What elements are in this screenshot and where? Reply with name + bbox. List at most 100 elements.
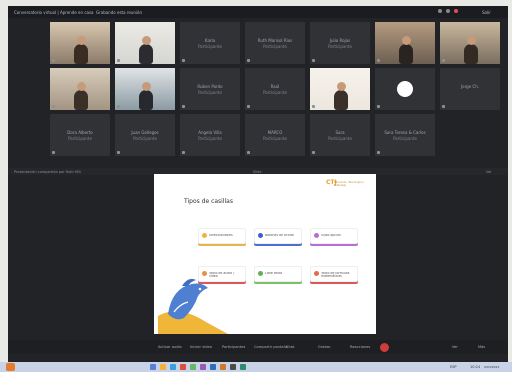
taskbar-time[interactable]: 10:24 bbox=[470, 365, 480, 369]
participant-name-tile[interactable]: Jorge Ch. bbox=[440, 68, 500, 110]
box-dot-icon bbox=[314, 233, 319, 238]
participant-body bbox=[464, 44, 478, 64]
muted-mic-icon bbox=[442, 105, 445, 108]
toolbar-item[interactable]: Compartir pantalla bbox=[254, 345, 288, 349]
toolbar-item[interactable]: Reacciones bbox=[350, 345, 370, 349]
toolbar-right-item[interactable]: Más bbox=[478, 345, 485, 349]
participant-video-tile[interactable] bbox=[115, 68, 175, 110]
taskbar-app-icon[interactable] bbox=[170, 364, 176, 370]
participant-body bbox=[139, 44, 153, 64]
toolbar-item[interactable]: Participantes bbox=[222, 345, 245, 349]
box-dot-icon bbox=[202, 233, 207, 238]
taskbar-app-icon[interactable] bbox=[190, 364, 196, 370]
muted-mic-icon bbox=[182, 105, 185, 108]
taskbar-app-icon[interactable] bbox=[210, 364, 216, 370]
slide-box: Texto de fórmulas matemáticas bbox=[310, 266, 358, 282]
participant-video-tile[interactable] bbox=[375, 22, 435, 64]
participant-video-tile[interactable] bbox=[115, 22, 175, 64]
muted-mic-icon bbox=[52, 151, 55, 154]
start-icon[interactable] bbox=[6, 363, 15, 371]
muted-mic-icon bbox=[117, 59, 120, 62]
toolbar-item[interactable]: Iniciar vídeo bbox=[190, 345, 212, 349]
muted-mic-icon bbox=[117, 105, 120, 108]
participant-role: Participante bbox=[263, 44, 287, 49]
participant-logo-tile[interactable] bbox=[375, 68, 435, 110]
participant-video-tile[interactable] bbox=[50, 68, 110, 110]
participant-name: Juan Gallegos bbox=[131, 130, 159, 135]
box-dot-icon bbox=[258, 271, 263, 276]
view-options-button[interactable]: Ver bbox=[486, 170, 492, 174]
box-label: Seleccionables bbox=[209, 233, 233, 237]
participant-video-tile[interactable] bbox=[310, 68, 370, 110]
taskbar-app-icon[interactable] bbox=[150, 364, 156, 370]
toolbar-item[interactable]: Activar audio bbox=[158, 345, 182, 349]
participant-name: Ruth Marisol Ríos bbox=[257, 38, 293, 43]
participant-head bbox=[76, 36, 86, 45]
taskbar-app-icon[interactable] bbox=[240, 364, 246, 370]
participant-name: Sara Teresa & Carlos bbox=[384, 130, 426, 135]
participant-name: Karla bbox=[204, 38, 216, 43]
toolbar-item[interactable]: Chat bbox=[286, 345, 294, 349]
participant-name: Ruben Pardo bbox=[197, 84, 223, 89]
participant-role: Participante bbox=[263, 136, 287, 141]
participant-head bbox=[401, 36, 411, 45]
participant-role: Participante bbox=[328, 44, 352, 49]
participant-body bbox=[334, 90, 348, 110]
participant-role: Participante bbox=[198, 90, 222, 95]
participant-name: Sara bbox=[335, 130, 345, 135]
muted-mic-icon bbox=[377, 151, 380, 154]
taskbar-date[interactable]: 9/03/2021 bbox=[484, 365, 499, 369]
muted-mic-icon bbox=[312, 59, 315, 62]
dolphin-mascot-icon bbox=[158, 278, 228, 334]
participant-name-tile[interactable]: Raúl Participante bbox=[245, 68, 305, 110]
participant-name-tile[interactable]: Ruben Pardo Participante bbox=[180, 68, 240, 110]
participant-name-tile[interactable]: Dora Alberto Participante bbox=[50, 114, 110, 156]
participant-name-tile[interactable]: Angela Villa Participante bbox=[180, 114, 240, 156]
participant-name-tile[interactable]: MARCO Participante bbox=[245, 114, 305, 156]
box-dot-icon bbox=[258, 233, 263, 238]
end-call-button[interactable] bbox=[380, 343, 389, 352]
recording-indicator: Grabando esta reunión bbox=[96, 10, 142, 15]
participant-head bbox=[141, 36, 151, 45]
participant-body bbox=[399, 44, 413, 64]
zoom-window: Conversatorio virtual | Aprende en casa … bbox=[8, 6, 508, 362]
participant-body bbox=[74, 44, 88, 64]
participant-name: Raúl bbox=[270, 84, 280, 89]
muted-mic-icon bbox=[247, 105, 250, 108]
taskbar-app-icon[interactable] bbox=[200, 364, 206, 370]
taskbar-app-icon[interactable] bbox=[230, 364, 236, 370]
participant-name: Jorge Ch. bbox=[460, 84, 480, 89]
participant-head bbox=[466, 36, 476, 45]
participant-name-tile[interactable]: Juan Gallegos Participante bbox=[115, 114, 175, 156]
box-label: Botones de acción bbox=[265, 233, 295, 237]
toolbar-item[interactable]: Grabar bbox=[318, 345, 330, 349]
window-title: Conversatorio virtual | Aprende en casa bbox=[14, 10, 94, 15]
exit-label[interactable]: Salir bbox=[482, 10, 491, 15]
participant-role: Participante bbox=[393, 136, 417, 141]
participant-name-tile[interactable]: Sara Teresa & Carlos Participante bbox=[375, 114, 435, 156]
muted-mic-icon bbox=[52, 105, 55, 108]
close-button[interactable] bbox=[454, 9, 458, 13]
taskbar-app-icon[interactable] bbox=[180, 364, 186, 370]
taskbar-app-icon[interactable] bbox=[220, 364, 226, 370]
slide-brand: Educación, Tecnología y Liderazgo bbox=[334, 181, 364, 187]
taskbar-app-icon[interactable] bbox=[160, 364, 166, 370]
box-label: Sí/No opción bbox=[321, 233, 341, 237]
participant-name-tile[interactable]: Ruth Marisol Ríos Participante bbox=[245, 22, 305, 64]
participant-body bbox=[74, 90, 88, 110]
share-owner-label: Presentación compartida por Ruth Mili bbox=[14, 169, 81, 174]
slide-box: Seleccionables bbox=[198, 228, 246, 244]
participant-video-tile[interactable] bbox=[440, 22, 500, 64]
participant-name-tile[interactable]: Sara Participante bbox=[310, 114, 370, 156]
maximize-button[interactable] bbox=[446, 9, 450, 13]
shared-slide: CTJ Educación, Tecnología y Liderazgo Ti… bbox=[154, 174, 376, 334]
taskbar-lang[interactable]: ESP bbox=[450, 365, 457, 369]
minimize-button[interactable] bbox=[438, 9, 442, 13]
participant-role: Participante bbox=[68, 136, 92, 141]
participant-video-tile[interactable] bbox=[50, 22, 110, 64]
participant-name-tile[interactable]: Karla Participante bbox=[180, 22, 240, 64]
participant-name-tile[interactable]: Julio Rojas Participante bbox=[310, 22, 370, 64]
participant-name: Julio Rojas bbox=[329, 38, 351, 43]
participant-head bbox=[141, 82, 151, 91]
toolbar-right-item[interactable]: Ver bbox=[452, 345, 458, 349]
